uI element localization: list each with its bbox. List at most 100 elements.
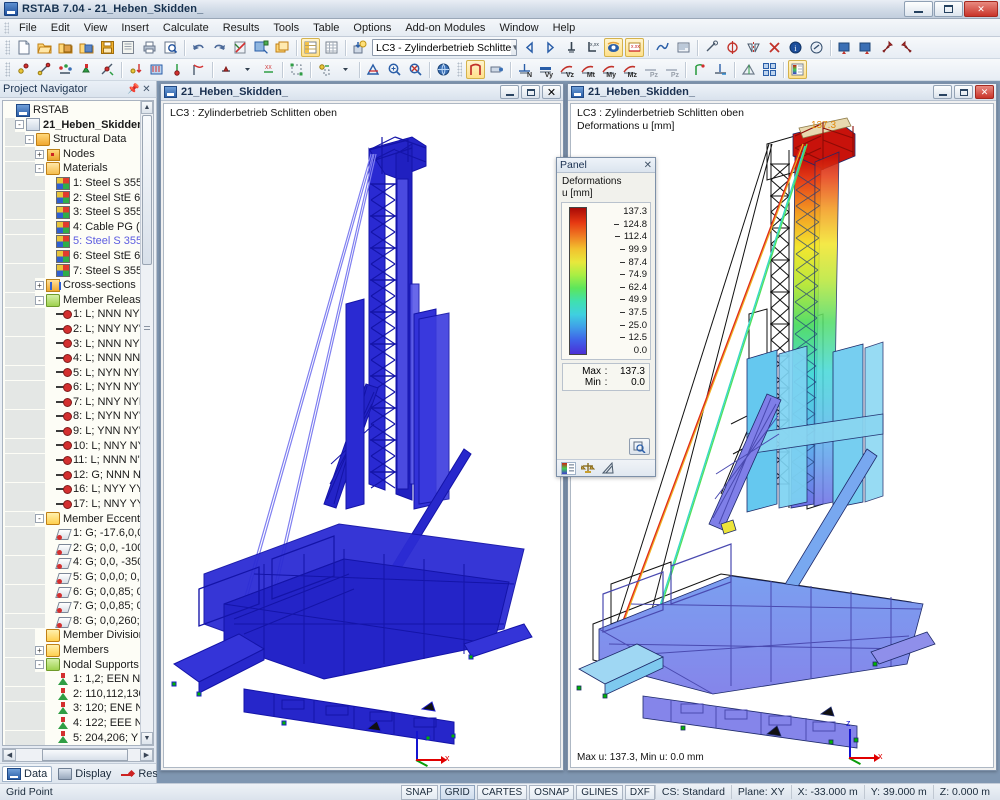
generate-dropdown-icon[interactable]	[336, 60, 355, 79]
menu-item-results[interactable]: Results	[216, 21, 267, 35]
tree-item[interactable]: 3: L; NNN NYI	[5, 337, 140, 352]
menu-item-window[interactable]: Window	[492, 21, 545, 35]
menu-grip[interactable]	[4, 22, 9, 34]
tree-item[interactable]: 6: L; NYN NY'	[5, 380, 140, 395]
tree-item[interactable]: 8: L; NYN NY'	[5, 409, 140, 424]
tab-display[interactable]: Display	[54, 767, 115, 781]
tree-item[interactable]: 7: Steel S 355 |	[5, 264, 140, 279]
delete-icon[interactable]	[765, 38, 784, 57]
tree-item[interactable]: 5: Steel S 355 |	[5, 234, 140, 249]
selection-box-icon[interactable]	[287, 60, 306, 79]
tree-item[interactable]: 5: G; 0,0,0; 0,0,	[5, 570, 140, 585]
save-all-icon[interactable]	[119, 38, 138, 57]
color-scale-tab[interactable]	[561, 462, 576, 475]
deformation-display-icon[interactable]	[466, 60, 485, 79]
new-node-icon[interactable]	[14, 60, 33, 79]
new-file-icon[interactable]	[14, 38, 33, 57]
navigator-vertical-scrollbar[interactable]: ▲ ▼	[140, 101, 153, 745]
toolbar-grip[interactable]	[5, 62, 10, 77]
tree-item[interactable]: 5: 204,206; Y 1	[5, 731, 140, 745]
left-view-minimize-button[interactable]	[500, 85, 519, 99]
tree-item[interactable]: -Member Eccentri	[5, 512, 140, 527]
right-view-minimize-button[interactable]	[933, 85, 952, 99]
tree-item[interactable]: 2: Steel StE 690	[5, 191, 140, 206]
tree-item[interactable]: 1: G; -17.6,0,0;	[5, 526, 140, 541]
menu-item-view[interactable]: View	[77, 21, 115, 35]
menu-item-calculate[interactable]: Calculate	[156, 21, 216, 35]
new-release-icon[interactable]	[98, 60, 117, 79]
view-front-icon[interactable]	[835, 38, 854, 57]
menu-item-tools[interactable]: Tools	[266, 21, 306, 35]
tree-expander[interactable]: -	[35, 296, 44, 305]
smooth-results-icon[interactable]	[653, 38, 672, 57]
toolbar-grip[interactable]	[5, 40, 10, 55]
tree-item[interactable]: 3: 120; ENE NN	[5, 701, 140, 716]
open-file-icon[interactable]	[35, 38, 54, 57]
view-3d-icon[interactable]	[739, 60, 758, 79]
tree-item[interactable]: 1: 1,2; EEN NN	[5, 672, 140, 687]
status-toggle-dxf[interactable]: DXF	[625, 785, 655, 800]
help-pointer-icon[interactable]	[807, 38, 826, 57]
info-icon[interactable]: i	[786, 38, 805, 57]
menu-item-edit[interactable]: Edit	[44, 21, 77, 35]
next-load-case-icon[interactable]	[541, 38, 560, 57]
show-table-icon[interactable]	[301, 38, 320, 57]
menu-item-insert[interactable]: Insert	[114, 21, 156, 35]
tree-item[interactable]: +Cross-sections	[5, 278, 140, 293]
menu-item-addon-modules[interactable]: Add-on Modules	[398, 21, 492, 35]
chevron-down-icon[interactable]: ▼	[511, 40, 517, 55]
moment-mz-icon[interactable]: Mz	[620, 60, 639, 79]
rotate-icon[interactable]	[723, 38, 742, 57]
imperfection-icon[interactable]	[189, 60, 208, 79]
shear-vy-icon[interactable]: Vy	[536, 60, 555, 79]
tree-expander[interactable]: -	[35, 514, 44, 523]
color-scale[interactable]: 137.3124.8112.499.987.474.962.449.937.52…	[561, 202, 651, 360]
tree-item[interactable]: RSTAB	[5, 103, 140, 118]
tree-expander[interactable]: +	[35, 150, 44, 159]
support-forces-icon[interactable]	[711, 60, 730, 79]
filter-tab[interactable]	[601, 462, 616, 475]
left-viewport[interactable]: LC3 : Zylinderbetrieb Schlitten oben	[163, 103, 561, 768]
tree-item[interactable]: 12: G; NNN N'	[5, 468, 140, 483]
tab-data[interactable]: Data	[2, 766, 52, 782]
navigator-horizontal-scrollbar[interactable]: ◀ ▶	[2, 748, 154, 762]
status-toggle-grid[interactable]: GRID	[440, 785, 475, 800]
new-line-icon[interactable]	[35, 60, 54, 79]
tree-item[interactable]: +Members	[5, 643, 140, 658]
pressure-pz2-icon[interactable]: Pz	[662, 60, 681, 79]
tree-item[interactable]: +Nodes	[5, 147, 140, 162]
close-icon[interactable]: ✕	[140, 84, 153, 95]
results-panel[interactable]: Panel ✕ Deformations u [mm] 137.3124.811…	[556, 157, 656, 477]
tree-expander[interactable]: -	[35, 164, 44, 173]
torsion-mt-icon[interactable]: Mt	[578, 60, 597, 79]
result-values-icon[interactable]: x.xx	[625, 38, 644, 57]
tree-item[interactable]: 5: L; NYN NYN	[5, 366, 140, 381]
scroll-left-button[interactable]: ◀	[3, 749, 16, 761]
tree-item[interactable]: 2: L; NNY NY'	[5, 322, 140, 337]
menu-item-file[interactable]: File	[12, 21, 44, 35]
scroll-down-button[interactable]: ▼	[141, 732, 153, 745]
tree-item[interactable]: 8: G; 0,0,260; 0	[5, 614, 140, 629]
print-icon[interactable]	[140, 38, 159, 57]
tree-expander[interactable]: +	[35, 646, 44, 655]
scroll-up-button[interactable]: ▲	[141, 101, 153, 114]
grid-table-icon[interactable]	[322, 38, 341, 57]
deformation-value-icon[interactable]: x,xx	[583, 38, 602, 57]
nodal-load-icon[interactable]	[126, 60, 145, 79]
tree-item[interactable]: Member Divisions	[5, 628, 140, 643]
deformed-structure-icon[interactable]	[690, 60, 709, 79]
tab-results[interactable]: Res	[117, 767, 162, 781]
tree-expander[interactable]: -	[15, 120, 24, 129]
tree-item[interactable]: 16: L; NYY YY'	[5, 482, 140, 497]
new-member-icon[interactable]	[56, 60, 75, 79]
axial-force-icon[interactable]: N	[515, 60, 534, 79]
tree-item[interactable]: -21_Heben_Skidden_ [te	[5, 118, 140, 133]
zoom-find-icon[interactable]	[629, 438, 650, 455]
model-view-window-left[interactable]: 21_Heben_Skidden_ ✕ LC3 : Zylinderbetrie…	[160, 83, 564, 771]
tree-expander[interactable]: -	[25, 135, 34, 144]
tree-item[interactable]: -Nodal Supports	[5, 658, 140, 673]
printout-report-icon[interactable]	[674, 38, 693, 57]
show-results-icon[interactable]	[604, 38, 623, 57]
tree-item[interactable]: -Materials	[5, 161, 140, 176]
right-view-maximize-button[interactable]	[954, 85, 973, 99]
